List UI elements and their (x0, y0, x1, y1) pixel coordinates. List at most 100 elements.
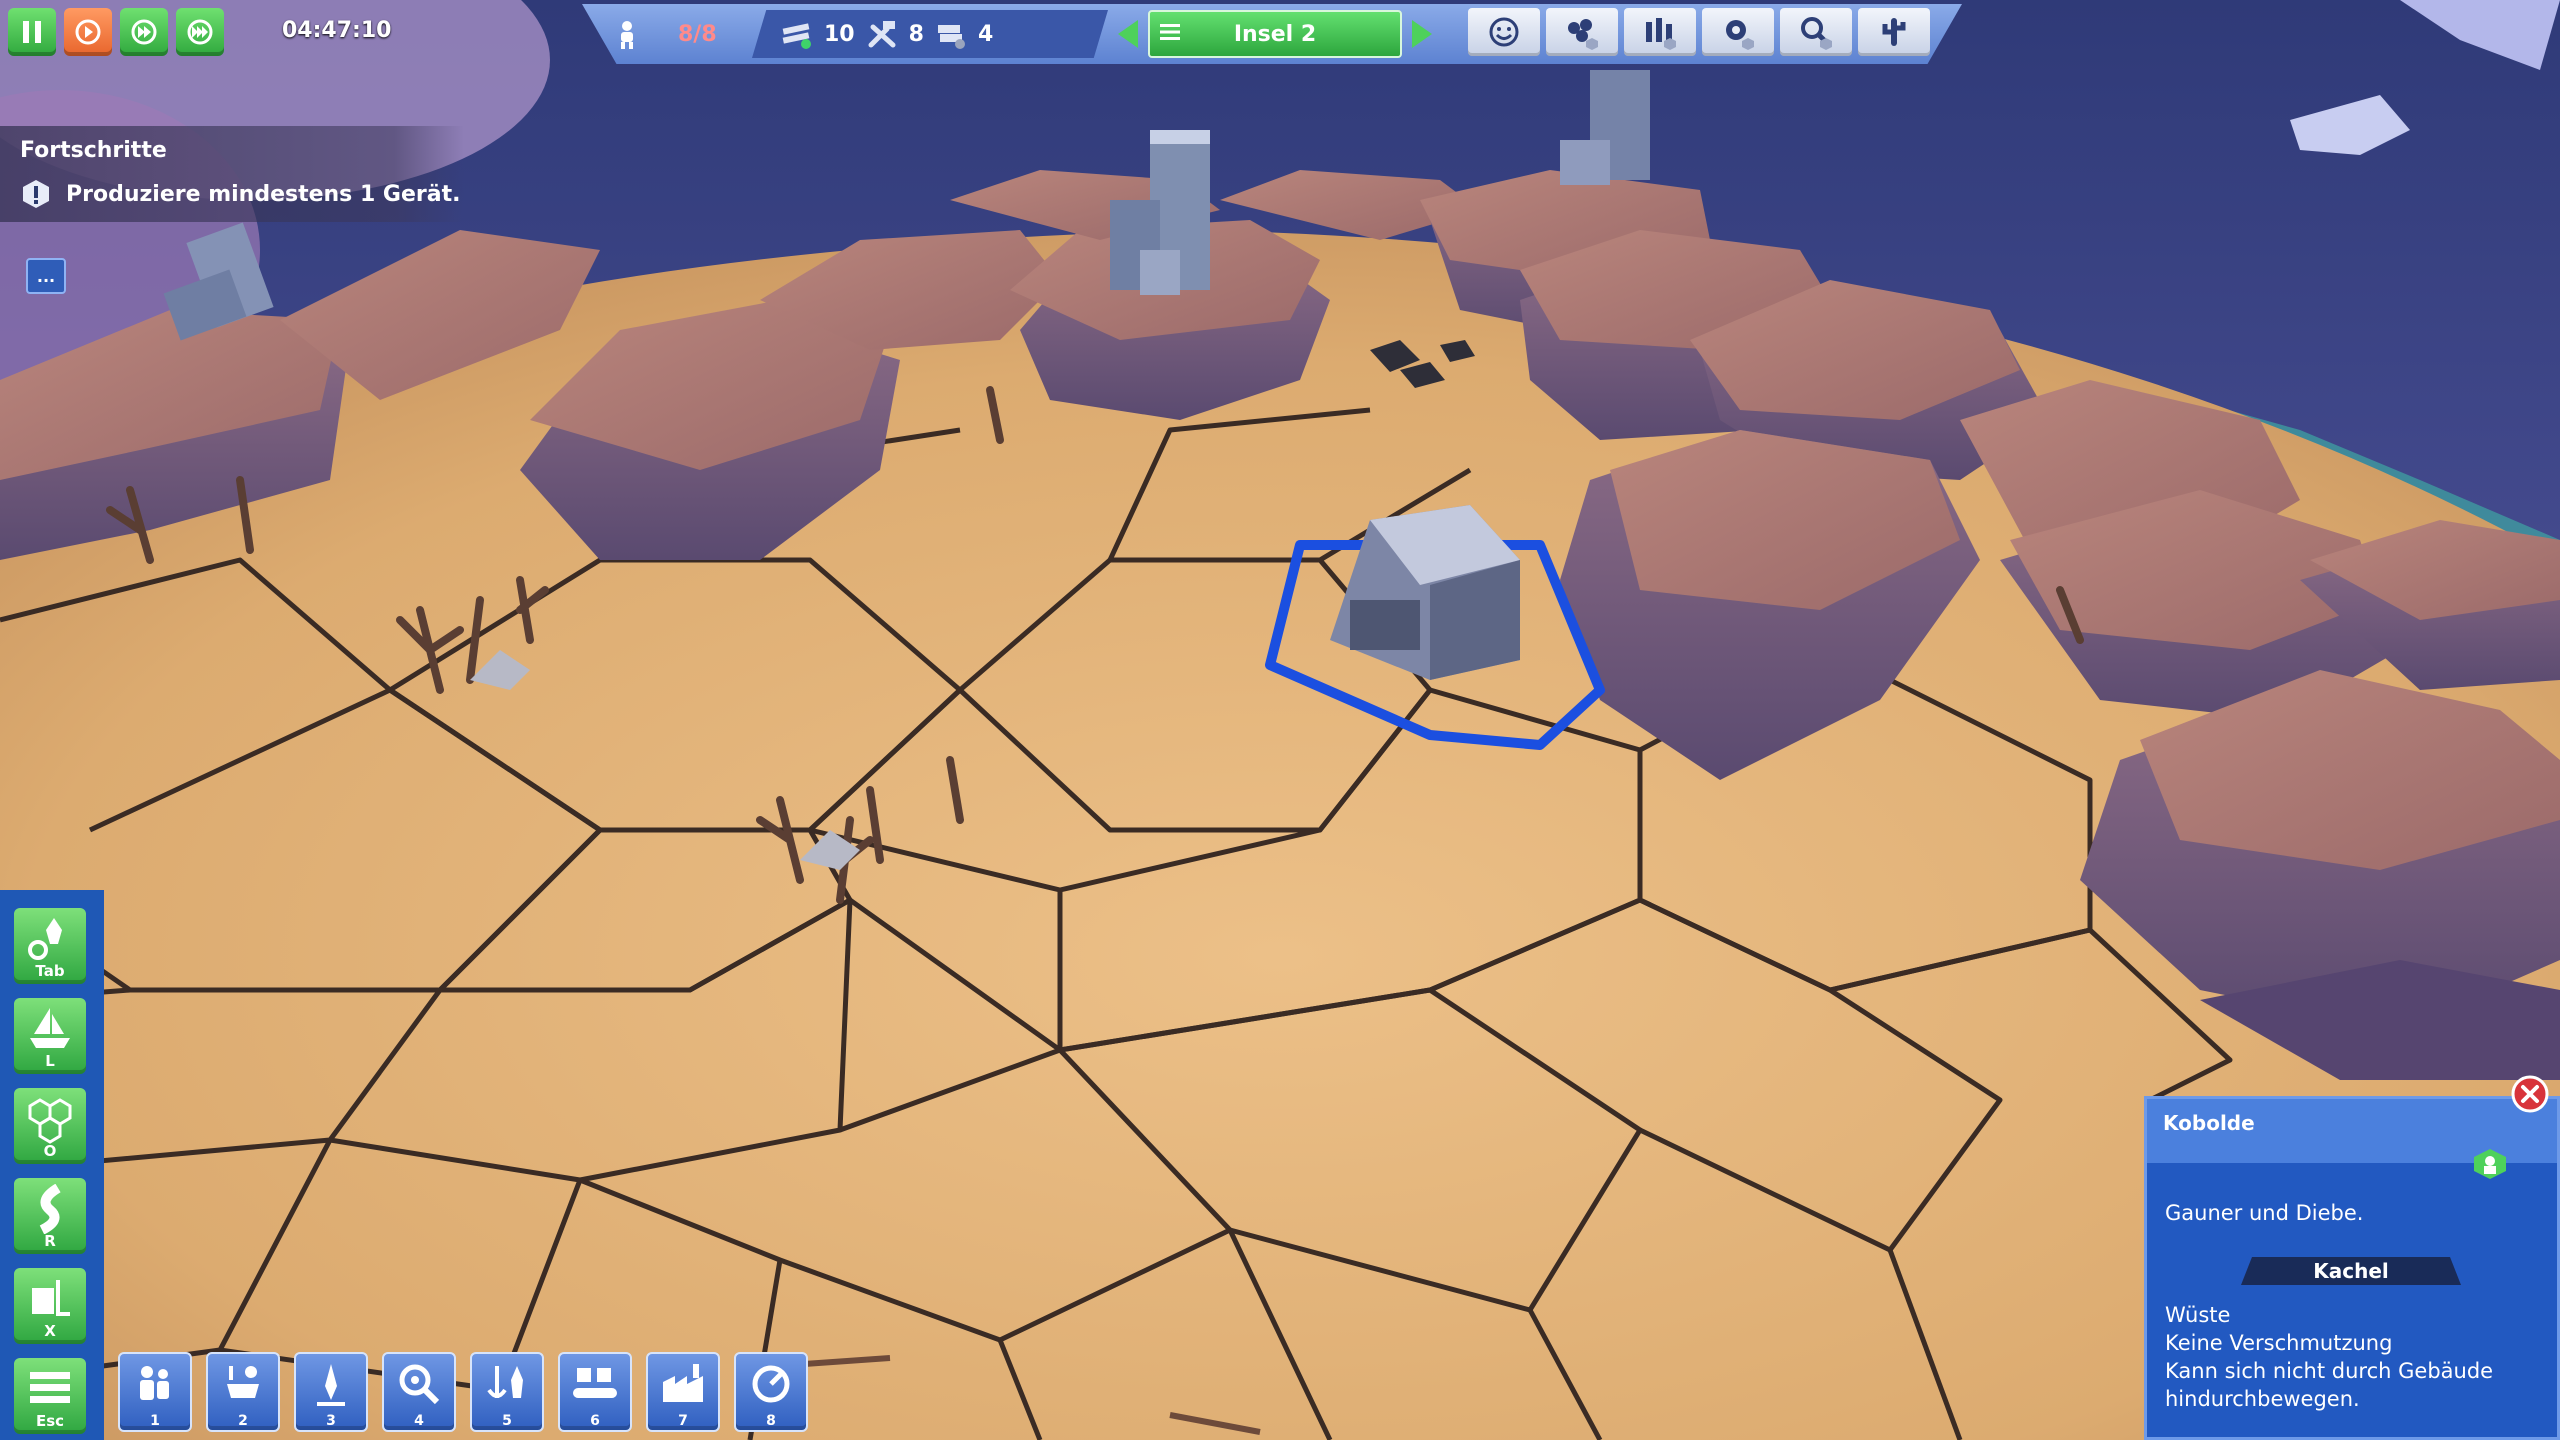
category-key-6: 6 (590, 1413, 600, 1429)
tiles-button[interactable]: O (14, 1088, 86, 1164)
speed-1-button[interactable] (64, 8, 112, 56)
hexagons-icon (28, 1098, 72, 1144)
resources-icon (1568, 19, 1598, 50)
category-button-6[interactable]: 6 (558, 1352, 632, 1432)
tools-icon (868, 21, 896, 48)
anchor-rocket-icon (487, 1366, 523, 1398)
info-panel-section-title: Kachel (2241, 1257, 2461, 1285)
factory-icon (663, 1364, 703, 1402)
menu-key: Esc (35, 1412, 65, 1430)
menu-icon (1160, 24, 1180, 40)
category-key-1: 1 (150, 1413, 160, 1429)
category-key-5: 5 (502, 1413, 512, 1429)
settings-button[interactable] (1702, 8, 1774, 56)
workers-overview-button[interactable] (1624, 8, 1696, 56)
cactus-icon (1882, 18, 1906, 46)
population-icon (621, 21, 633, 49)
road-button[interactable]: R (14, 1178, 86, 1254)
metal-icon (937, 25, 965, 49)
gear-icon (1726, 20, 1754, 50)
objective-item: Produziere mindestens 1 Gerät. (20, 178, 460, 210)
view-tool-buttons (1468, 8, 1930, 56)
smiley-icon (1489, 17, 1519, 47)
planks-value: 10 (824, 21, 855, 47)
resources-overview-button[interactable] (1546, 8, 1618, 56)
category-key-8: 8 (766, 1413, 776, 1429)
tile-property-line: Keine Verschmutzung (2165, 1331, 2393, 1355)
category-button-8[interactable]: 8 (734, 1352, 808, 1432)
demolish-button[interactable]: X (14, 1268, 86, 1344)
speed-3-icon (187, 19, 213, 45)
build-key: Tab (35, 962, 65, 980)
speed-2-icon (131, 19, 157, 45)
speed-1-icon (75, 19, 101, 45)
category-button-4[interactable]: 4 (382, 1352, 456, 1432)
pause-icon (23, 21, 41, 43)
category-key-4: 4 (414, 1413, 424, 1429)
main-menu-button[interactable]: Esc (14, 1358, 86, 1434)
info-panel-title: Kobolde (2163, 1111, 2255, 1135)
planks-icon (782, 23, 811, 49)
ship-key: L (45, 1052, 55, 1070)
island-name-button[interactable]: Insel 2 (1148, 10, 1402, 58)
previous-island-arrow-icon[interactable] (1118, 20, 1138, 48)
progress-panel: Fortschritte Produziere mindestens 1 Ger… (0, 126, 464, 222)
left-sidebar: Tab L O R X Esc (0, 890, 104, 1440)
speed-3-button[interactable] (176, 8, 224, 56)
menu-icon (30, 1372, 70, 1403)
demolish-icon (32, 1280, 70, 1316)
research-icon (1801, 17, 1832, 50)
gear-search-icon (399, 1364, 440, 1405)
island-name-label: Insel 2 (1233, 21, 1317, 47)
building-category-toolbar: 1 2 3 4 5 6 7 8 (118, 1352, 808, 1432)
pause-button[interactable] (8, 8, 56, 56)
demolish-key: X (44, 1322, 56, 1340)
people-icon (140, 1366, 169, 1400)
tile-property-line: Wüste (2165, 1303, 2231, 1327)
metal-value: 4 (977, 21, 994, 47)
research-button[interactable] (1780, 8, 1852, 56)
tile-properties: Wüste Keine Verschmutzung Kann sich nich… (2165, 1301, 2493, 1413)
info-panel: Kobolde Gauner und Diebe. Kachel Wüste K… (2144, 1096, 2560, 1440)
category-button-3[interactable]: 3 (294, 1352, 368, 1432)
kobold-icon (2474, 1149, 2506, 1179)
rocket-build-icon (28, 918, 62, 960)
category-key-2: 2 (238, 1413, 248, 1429)
dial-icon (752, 1365, 790, 1403)
tile-property-line: Kann sich nicht durch Gebäude (2165, 1359, 2494, 1383)
category-key-7: 7 (678, 1413, 688, 1429)
food-icon (227, 1366, 259, 1398)
progress-more-button[interactable]: ... (26, 258, 66, 294)
ship-button[interactable]: L (14, 998, 86, 1074)
category-button-1[interactable]: 1 (118, 1352, 192, 1432)
speed-2-button[interactable] (120, 8, 168, 56)
ship-icon (30, 1008, 70, 1048)
resource-panel: 10 8 4 (752, 10, 1108, 58)
objective-text: Produziere mindestens 1 Gerät. (66, 181, 461, 207)
road-icon (39, 1184, 61, 1234)
population-value: 8/8 (678, 21, 717, 47)
exclamation-icon (23, 180, 49, 208)
close-icon[interactable] (2510, 1074, 2550, 1114)
game-speed-controls (8, 8, 224, 56)
tile-property-line: hindurchbewegen. (2165, 1387, 2360, 1411)
tools-value: 8 (908, 21, 924, 47)
conveyor-icon (573, 1368, 617, 1398)
island-selector: Insel 2 (1118, 10, 1432, 58)
category-button-5[interactable]: 5 (470, 1352, 544, 1432)
happiness-button[interactable] (1468, 8, 1540, 56)
category-button-7[interactable]: 7 (646, 1352, 720, 1432)
drill-icon (317, 1364, 345, 1406)
info-panel-description: Gauner und Diebe. (2165, 1201, 2364, 1225)
build-button[interactable]: Tab (14, 908, 86, 984)
road-key: R (44, 1232, 56, 1250)
workers-icon (1646, 18, 1676, 50)
progress-title: Fortschritte (20, 138, 167, 163)
next-island-arrow-icon[interactable] (1412, 20, 1432, 48)
game-clock: 04:47:10 (282, 18, 392, 43)
category-button-2[interactable]: 2 (206, 1352, 280, 1432)
tiles-key: O (43, 1142, 57, 1160)
environment-button[interactable] (1858, 8, 1930, 56)
population-counter[interactable]: 8/8 (610, 10, 717, 58)
category-key-3: 3 (326, 1413, 336, 1429)
